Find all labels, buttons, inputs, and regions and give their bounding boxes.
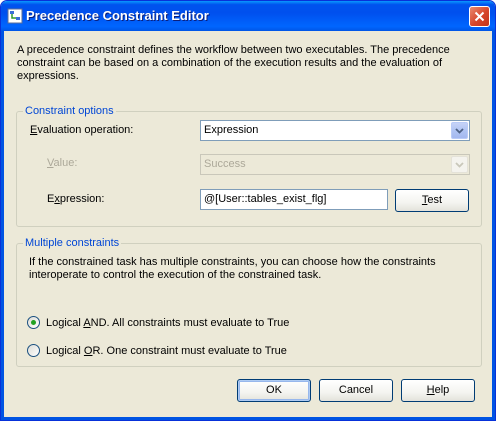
logical-and-radio[interactable] bbox=[27, 316, 40, 329]
intro-text: A precedence constraint defines the work… bbox=[17, 44, 450, 82]
logical-or-radio[interactable] bbox=[27, 344, 40, 357]
help-button[interactable]: Help bbox=[401, 379, 475, 402]
dialog-content: A precedence constraint defines the work… bbox=[4, 31, 492, 417]
constraint-options-group: Constraint options Evaluation operation:… bbox=[16, 105, 482, 227]
window-title: Precedence Constraint Editor bbox=[26, 8, 209, 23]
value-dropdown-value: Success bbox=[204, 158, 246, 170]
evaluation-operation-dropdown[interactable]: Expression bbox=[200, 120, 470, 141]
evaluation-operation-dropdown-button[interactable] bbox=[451, 122, 468, 139]
dialog-app-icon bbox=[7, 8, 23, 24]
title-bar[interactable]: Precedence Constraint Editor bbox=[1, 1, 495, 31]
multiple-constraints-group: Multiple constraints If the constrained … bbox=[16, 237, 482, 367]
ok-button[interactable]: OK bbox=[237, 379, 311, 402]
logical-and-label[interactable]: Logical AND. All constraints must evalua… bbox=[46, 317, 289, 329]
close-button[interactable] bbox=[469, 6, 490, 27]
value-dropdown: Success bbox=[200, 154, 470, 175]
close-icon bbox=[474, 11, 485, 22]
evaluation-operation-value: Expression bbox=[204, 124, 259, 136]
multiple-constraints-description: If the constrained task has multiple con… bbox=[29, 256, 436, 281]
test-button[interactable]: Test bbox=[395, 189, 469, 212]
value-dropdown-button bbox=[451, 156, 468, 173]
value-label: Value: bbox=[47, 157, 78, 169]
multiple-constraints-legend: Multiple constraints bbox=[23, 237, 122, 249]
cancel-button[interactable]: Cancel bbox=[319, 379, 393, 402]
evaluation-operation-label: Evaluation operation: bbox=[30, 124, 134, 136]
window-bottom-border bbox=[1, 417, 495, 420]
logical-or-label[interactable]: Logical OR. One constraint must evaluate… bbox=[46, 345, 287, 357]
chevron-down-icon bbox=[455, 128, 464, 134]
expression-input[interactable]: @[User::tables_exist_flg] bbox=[200, 189, 388, 210]
constraint-options-legend: Constraint options bbox=[23, 105, 116, 117]
expression-label: Expression: bbox=[47, 193, 105, 205]
expression-input-value: @[User::tables_exist_flg] bbox=[204, 193, 327, 205]
dialog-window: Precedence Constraint Editor A precedenc… bbox=[0, 0, 496, 421]
chevron-down-icon bbox=[455, 162, 464, 168]
